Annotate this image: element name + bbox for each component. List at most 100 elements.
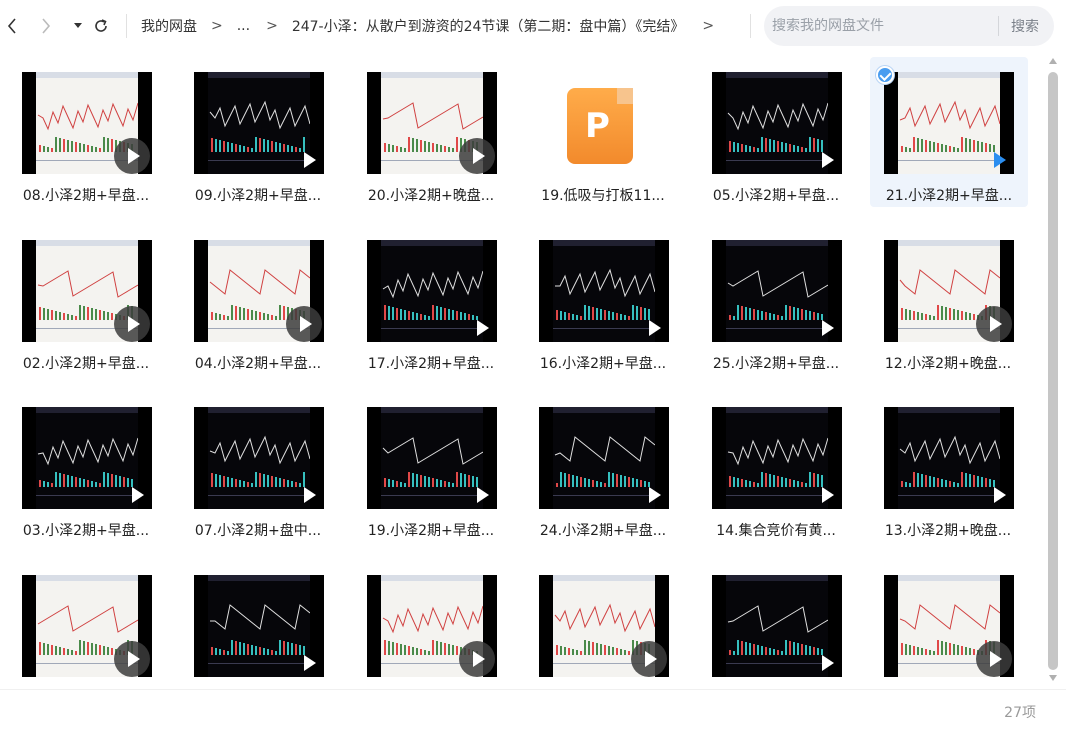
play-icon bbox=[822, 487, 834, 503]
chart-preview-graphic bbox=[726, 240, 828, 329]
file-tile[interactable]: 01.小泽2期+早盘... bbox=[690, 560, 862, 689]
video-thumbnail bbox=[884, 575, 1014, 677]
refresh-icon bbox=[93, 18, 109, 34]
file-tile[interactable]: 02.小泽2期+早盘... bbox=[0, 225, 172, 375]
file-tile[interactable]: 05.小泽2期+早盘... bbox=[690, 57, 862, 207]
file-tile[interactable]: 06.小泽2期+早盘... bbox=[0, 560, 172, 689]
file-tile[interactable]: 15.小泽2期+早盘... bbox=[172, 560, 344, 689]
toolbar-divider bbox=[126, 14, 127, 38]
chart-preview-graphic bbox=[553, 240, 655, 329]
thumbnail-screen bbox=[898, 72, 1000, 174]
file-tile[interactable]: 07.小泽2期+盘中... bbox=[172, 392, 344, 542]
breadcrumb-separator[interactable]: > bbox=[702, 18, 714, 34]
breadcrumb-ellipsis[interactable]: ... bbox=[237, 18, 250, 34]
search-divider bbox=[998, 16, 999, 36]
file-tile[interactable]: P 19.低吸与打板11... bbox=[517, 57, 689, 207]
file-tile[interactable]: 16.小泽2期+早盘... bbox=[517, 225, 689, 375]
play-icon bbox=[976, 641, 1012, 677]
chart-preview-graphic bbox=[36, 407, 138, 496]
video-thumbnail bbox=[194, 575, 324, 677]
video-thumbnail bbox=[194, 407, 324, 509]
thumbnail-screen bbox=[726, 240, 828, 342]
file-name: 21.小泽2期+早盘... bbox=[885, 188, 1013, 204]
file-tile[interactable]: 09.小泽2期+早盘... bbox=[172, 57, 344, 207]
breadcrumb: 我的网盘 > ... > 247-小泽：从散户到游资的24节课（第二期：盘中篇）… bbox=[141, 14, 728, 38]
play-icon bbox=[286, 306, 322, 342]
search-box: 搜索 bbox=[764, 6, 1054, 46]
status-bar: 27项 bbox=[0, 689, 1066, 729]
item-count: 27项 bbox=[1004, 705, 1036, 721]
play-icon bbox=[631, 641, 667, 677]
file-tile[interactable]: 22.小泽2期+早盘... bbox=[517, 560, 689, 689]
toolbar-divider bbox=[750, 14, 751, 38]
play-icon bbox=[822, 655, 834, 671]
video-thumbnail bbox=[367, 72, 497, 174]
file-tile[interactable]: 17.小泽2期+早盘... bbox=[345, 225, 517, 375]
scroll-up-icon[interactable] bbox=[1049, 58, 1057, 64]
breadcrumb-current[interactable]: 247-小泽：从散户到游资的24节课（第二期：盘中篇）《完结》 bbox=[292, 16, 685, 36]
video-thumbnail bbox=[539, 575, 669, 677]
scrollbar-thumb[interactable] bbox=[1048, 72, 1058, 670]
file-tile[interactable]: 21.小泽2期+早盘... bbox=[870, 57, 1028, 207]
thumbnail-screen bbox=[208, 72, 310, 174]
file-tile[interactable]: 23.小泽2期+早盘... bbox=[862, 560, 1034, 689]
file-tile[interactable]: 14.集合竞价有黄... bbox=[690, 392, 862, 542]
file-tile[interactable]: 20.小泽2期+晚盘... bbox=[345, 57, 517, 207]
file-tile[interactable]: 12.小泽2期+晚盘... bbox=[862, 225, 1034, 375]
video-thumbnail bbox=[22, 240, 152, 342]
file-name: 20.小泽2期+晚盘... bbox=[367, 188, 495, 204]
play-icon bbox=[304, 655, 316, 671]
video-thumbnail bbox=[22, 72, 152, 174]
video-thumbnail bbox=[712, 240, 842, 342]
video-thumbnail bbox=[367, 240, 497, 342]
refresh-button[interactable] bbox=[89, 12, 113, 40]
play-icon bbox=[459, 138, 495, 174]
chart-preview-graphic bbox=[381, 240, 483, 329]
file-name: 03.小泽2期+早盘... bbox=[22, 523, 150, 539]
chevron-left-icon bbox=[7, 18, 17, 34]
play-icon bbox=[114, 306, 150, 342]
file-name: 04.小泽2期+早盘... bbox=[194, 356, 322, 372]
play-icon bbox=[976, 306, 1012, 342]
breadcrumb-separator: > bbox=[211, 18, 223, 34]
video-thumbnail bbox=[539, 240, 669, 342]
video-thumbnail bbox=[884, 407, 1014, 509]
chart-preview-graphic bbox=[726, 72, 828, 161]
video-thumbnail bbox=[712, 407, 842, 509]
chart-preview-graphic bbox=[208, 407, 310, 496]
file-tile[interactable]: 25.小泽2期+早盘... bbox=[690, 225, 862, 375]
thumbnail-screen bbox=[36, 407, 138, 509]
thumbnail-screen bbox=[553, 407, 655, 509]
chart-preview-graphic bbox=[208, 72, 310, 161]
file-tile[interactable]: 18.小泽2期+晚盘... bbox=[345, 560, 517, 689]
selected-check-icon[interactable] bbox=[876, 66, 894, 84]
file-name: 08.小泽2期+早盘... bbox=[22, 188, 150, 204]
breadcrumb-root[interactable]: 我的网盘 bbox=[141, 16, 197, 36]
thumbnail-screen bbox=[726, 72, 828, 174]
history-dropdown-button[interactable] bbox=[66, 12, 90, 40]
video-thumbnail bbox=[22, 407, 152, 509]
file-tile[interactable]: 08.小泽2期+早盘... bbox=[0, 57, 172, 207]
file-name: 07.小泽2期+盘中... bbox=[194, 523, 322, 539]
play-icon bbox=[304, 152, 316, 168]
file-tile[interactable]: 13.小泽2期+晚盘... bbox=[862, 392, 1034, 542]
scroll-down-icon[interactable] bbox=[1049, 675, 1057, 681]
file-tile[interactable]: 24.小泽2期+早盘... bbox=[517, 392, 689, 542]
file-tile[interactable]: 03.小泽2期+早盘... bbox=[0, 392, 172, 542]
file-name: 19.低吸与打板11... bbox=[541, 188, 665, 204]
vertical-scrollbar[interactable] bbox=[1046, 52, 1060, 689]
thumbnail-screen bbox=[381, 407, 483, 509]
chevron-right-icon bbox=[41, 18, 51, 34]
forward-button[interactable] bbox=[34, 12, 58, 40]
chart-preview-graphic bbox=[553, 407, 655, 496]
file-tile[interactable]: 19.小泽2期+早盘... bbox=[345, 392, 517, 542]
back-button[interactable] bbox=[0, 12, 24, 40]
file-tile[interactable]: 04.小泽2期+早盘... bbox=[172, 225, 344, 375]
play-icon bbox=[459, 641, 495, 677]
search-button[interactable]: 搜索 bbox=[1011, 16, 1039, 36]
file-name: 13.小泽2期+晚盘... bbox=[884, 523, 1012, 539]
search-input[interactable] bbox=[772, 18, 982, 34]
file-name: 25.小泽2期+早盘... bbox=[712, 356, 840, 372]
thumbnail-screen bbox=[898, 407, 1000, 509]
toolbar: 我的网盘 > ... > 247-小泽：从散户到游资的24节课（第二期：盘中篇）… bbox=[0, 0, 1066, 52]
